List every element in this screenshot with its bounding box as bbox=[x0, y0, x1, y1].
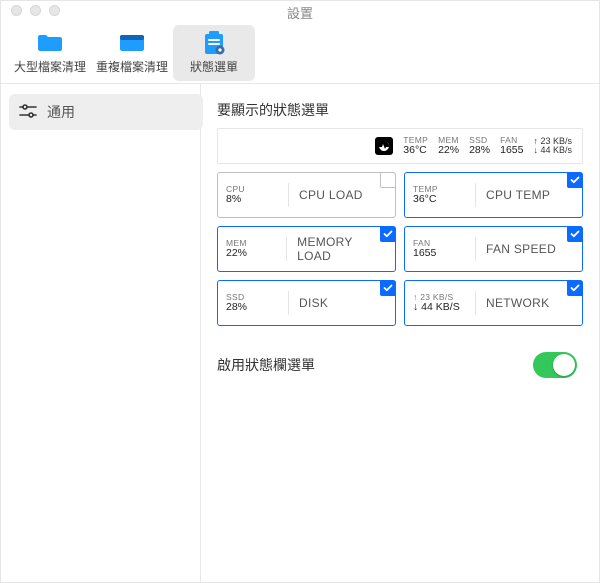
window-title: 設置 bbox=[287, 3, 313, 22]
card-mini: FAN1655 bbox=[413, 237, 476, 261]
folder-dark-icon bbox=[118, 32, 146, 54]
card-checkbox[interactable] bbox=[380, 280, 396, 296]
preview-fan: FAN 1655 bbox=[500, 136, 523, 156]
toolbar-item-label: 狀態選單 bbox=[190, 58, 238, 75]
preview-ssd: SSD 28% bbox=[469, 136, 490, 156]
card-label: CPU TEMP bbox=[486, 188, 550, 202]
card-checkbox[interactable] bbox=[380, 226, 396, 242]
status-card[interactable]: TEMP36°C CPU TEMP bbox=[404, 172, 583, 218]
toolbar-item-label: 重複檔案清理 bbox=[96, 58, 168, 75]
card-checkbox[interactable] bbox=[567, 172, 583, 188]
toolbar-item-large-files[interactable]: 大型檔案清理 bbox=[9, 25, 91, 81]
status-cards-grid: CPU8% CPU LOAD TEMP36°C CPU TEMP MEM22% MEMOR… bbox=[217, 172, 583, 326]
status-card[interactable]: ↑ 23 KB/S↓ 44 KB/S NETWORK bbox=[404, 280, 583, 326]
enable-statusbar-label: 啟用狀態欄選單 bbox=[217, 355, 315, 375]
app-indicator-icon bbox=[375, 137, 393, 155]
minimize-dot[interactable] bbox=[30, 5, 41, 16]
status-card[interactable]: SSD28% DISK bbox=[217, 280, 396, 326]
section-title: 要顯示的狀態選單 bbox=[217, 100, 583, 120]
enable-statusbar-row: 啟用狀態欄選單 bbox=[217, 352, 583, 378]
toolbar-item-status-menu[interactable]: 狀態選單 bbox=[173, 25, 255, 81]
sidebar-item-general[interactable]: 通用 bbox=[9, 94, 203, 130]
sidebar-item-label: 通用 bbox=[47, 102, 75, 122]
status-preview-bar: TEMP 36°C MEM 22% SSD 28% FAN 1655 ↑ 23 … bbox=[217, 128, 583, 164]
toolbar: 大型檔案清理 重複檔案清理 狀態選單 bbox=[1, 23, 599, 84]
card-label: CPU LOAD bbox=[299, 188, 363, 202]
status-card[interactable]: MEM22% MEMORY LOAD bbox=[217, 226, 396, 272]
card-label: MEMORY LOAD bbox=[297, 235, 387, 263]
card-mini: ↑ 23 KB/S↓ 44 KB/S bbox=[413, 291, 476, 315]
preview-network: ↑ 23 KB/s ↓ 44 KB/s bbox=[533, 137, 572, 156]
content: 通用 要顯示的狀態選單 TEMP 36°C MEM 22% SSD bbox=[1, 84, 599, 582]
preview-mem: MEM 22% bbox=[438, 136, 459, 156]
zoom-dot[interactable] bbox=[49, 5, 60, 16]
traffic-lights bbox=[11, 5, 60, 16]
toolbar-item-label: 大型檔案清理 bbox=[14, 58, 86, 75]
sidebar: 通用 bbox=[1, 84, 201, 582]
folder-icon bbox=[36, 32, 64, 54]
card-checkbox[interactable] bbox=[567, 280, 583, 296]
card-label: FAN SPEED bbox=[486, 242, 556, 256]
titlebar: 設置 bbox=[1, 1, 599, 23]
status-card[interactable]: CPU8% CPU LOAD bbox=[217, 172, 396, 218]
card-checkbox[interactable] bbox=[567, 226, 583, 242]
card-mini: TEMP36°C bbox=[413, 183, 476, 207]
card-mini: SSD28% bbox=[226, 291, 289, 315]
status-card[interactable]: FAN1655 FAN SPEED bbox=[404, 226, 583, 272]
card-label: DISK bbox=[299, 296, 328, 310]
enable-statusbar-toggle[interactable] bbox=[533, 352, 577, 378]
sliders-icon bbox=[19, 104, 37, 121]
card-label: NETWORK bbox=[486, 296, 549, 310]
card-mini: CPU8% bbox=[226, 183, 289, 207]
close-dot[interactable] bbox=[11, 5, 22, 16]
preview-temp: TEMP 36°C bbox=[403, 136, 428, 156]
card-checkbox[interactable] bbox=[380, 172, 396, 188]
toolbar-item-duplicate-files[interactable]: 重複檔案清理 bbox=[91, 25, 173, 81]
settings-window: 設置 大型檔案清理 重複檔案清理 狀態選單 bbox=[0, 0, 600, 583]
toggle-knob bbox=[553, 354, 575, 376]
clipboard-gear-icon bbox=[200, 32, 228, 54]
main-panel: 要顯示的狀態選單 TEMP 36°C MEM 22% SSD 28% bbox=[201, 84, 599, 582]
card-mini: MEM22% bbox=[226, 237, 287, 261]
